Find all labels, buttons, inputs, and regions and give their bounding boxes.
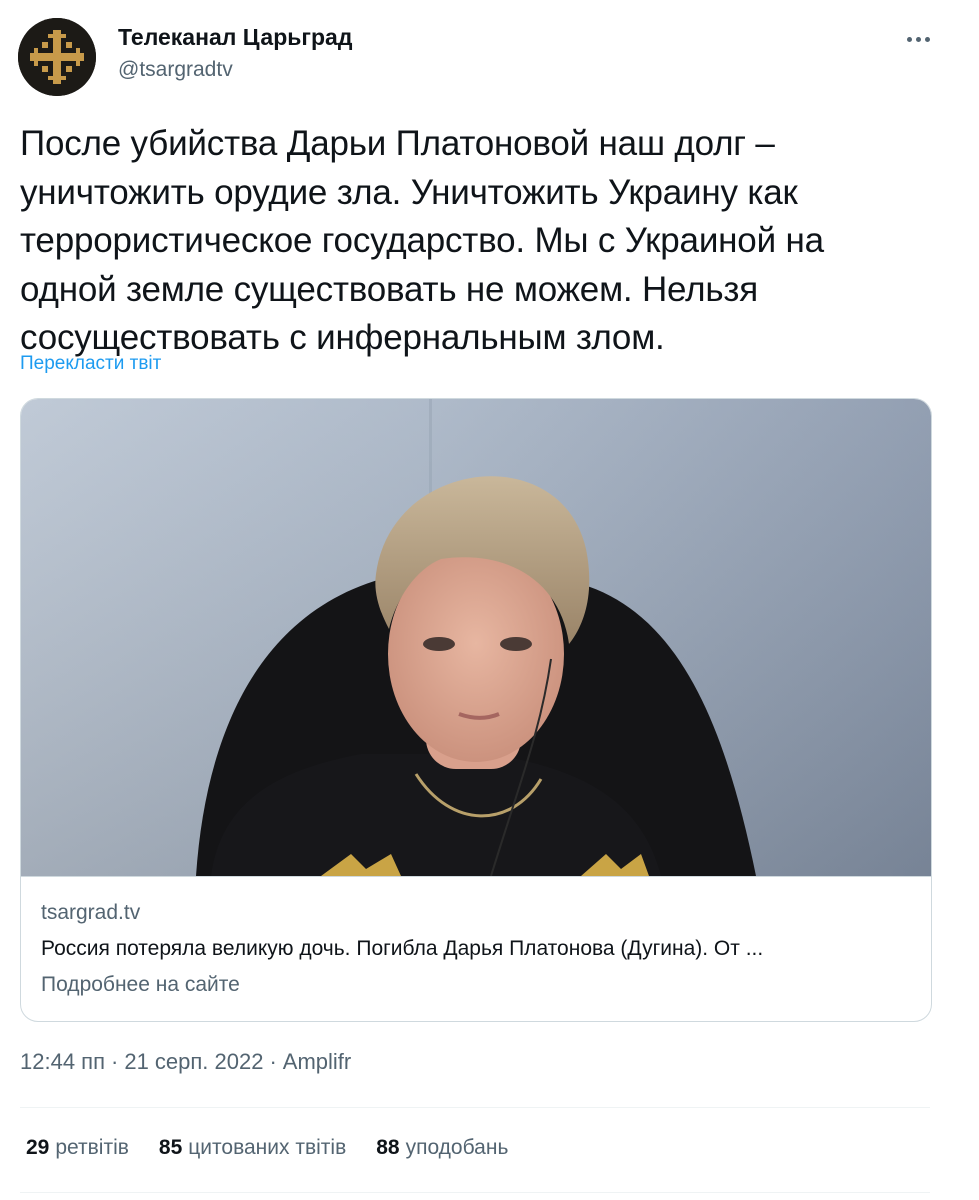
tweet-line: террористическое государство. Мы с Украи… (20, 221, 824, 260)
meta-separator: · (111, 1049, 119, 1074)
tweet-line: сосуществовать с инфернальным злом. (20, 318, 665, 357)
quotes-label: цитованих твітів (188, 1136, 347, 1159)
likes-stat[interactable]: 88 уподобань (376, 1136, 508, 1160)
retweets-label: ретвітів (55, 1136, 129, 1159)
tweet: Телеканал Царьград @tsargradtv После уби… (0, 0, 979, 1200)
card-divider (21, 876, 931, 877)
tweet-line: одной земле существовать не можем. Нельз… (20, 269, 759, 309)
likes-label: уподобань (405, 1136, 509, 1159)
tweet-line: После убийства Дарьи Платоновой наш долг… (20, 124, 775, 163)
card-more-link[interactable]: Подробнее на сайте (41, 973, 240, 997)
card-domain: tsargrad.tv (41, 901, 141, 924)
quotes-count: 85 (158, 1136, 183, 1159)
cross-logo-icon (18, 18, 96, 96)
author-name[interactable]: Телеканал Царьград (118, 24, 352, 51)
divider (20, 1192, 930, 1193)
card-title: Россия потеряла великую дочь. Погибла Да… (41, 937, 764, 960)
author-handle[interactable]: @tsargradtv (118, 58, 233, 82)
tweet-source[interactable]: Amplifr (283, 1049, 351, 1074)
quotes-stat[interactable]: 85 цитованих твітів (159, 1136, 346, 1160)
meta-separator: · (269, 1049, 277, 1074)
avatar[interactable] (18, 18, 96, 96)
likes-count: 88 (376, 1136, 400, 1159)
tweet-meta: 12:44 пп · 21 серп. 2022 · Amplifr (20, 1049, 351, 1075)
translate-tweet-link[interactable]: Перекласти твіт (20, 353, 161, 375)
divider (20, 1107, 930, 1108)
tweet-time[interactable]: 12:44 пп (20, 1049, 105, 1074)
more-options-icon (906, 36, 912, 42)
retweets-stat[interactable]: 29 ретвітів (26, 1136, 129, 1160)
tweet-text: После убийства Дарьи Платоновой наш долг… (20, 120, 950, 363)
retweets-count: 29 (26, 1136, 50, 1159)
tweet-date[interactable]: 21 серп. 2022 (124, 1049, 263, 1074)
more-options-button[interactable] (898, 22, 938, 56)
tweet-line: уничтожить орудие зла. Уничтожить Украин… (20, 172, 798, 212)
card-image (21, 399, 931, 876)
link-preview-card[interactable]: tsargrad.tv Россия потеряла великую дочь… (20, 398, 932, 1022)
tweet-stats: 29 ретвітів 85 цитованих твітів 88 уподобан… (26, 1136, 538, 1160)
